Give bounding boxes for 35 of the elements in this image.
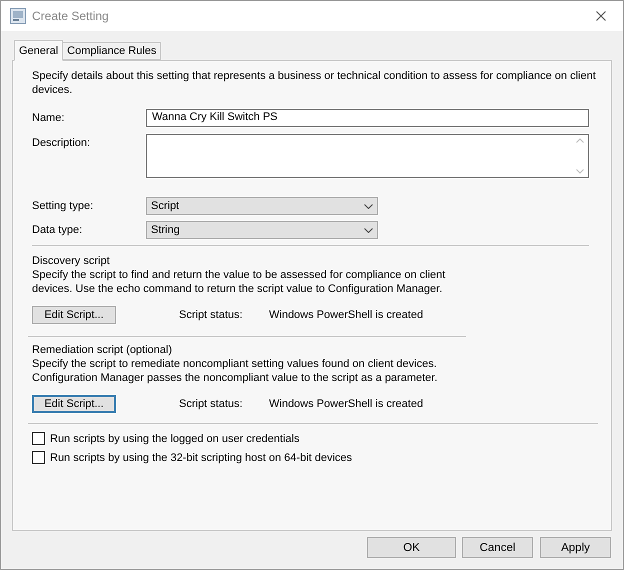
dialog-button[interactable]: OK [367, 537, 456, 558]
edit-script-button[interactable]: Edit Script... [32, 306, 116, 324]
scroll-down-icon [576, 169, 584, 174]
tab[interactable]: General [14, 40, 64, 61]
name-field[interactable]: Wanna Cry Kill Switch PS [146, 109, 589, 127]
status-value: Windows PowerShell is created [269, 309, 424, 321]
dropdown[interactable]: String [146, 221, 378, 239]
checkbox-label: Run scripts by using the logged on user credentials [50, 432, 300, 444]
field-label: Setting type: [32, 199, 94, 212]
chevron-down-icon [364, 204, 373, 208]
section-description: Specify the script to remediate noncompliant setting values found on client devices. Configuration Manager passes the noncompliant value to the script as a parameter. [32, 357, 438, 385]
close-icon [596, 11, 606, 21]
section-title: Remediation script (optional) [32, 343, 174, 357]
section-description: Specify the script to find and return the value to be assessed for compliance on client devices. Use the echo command to return the script value to Configuration Manager. [32, 268, 446, 296]
section-title: Discovery script [32, 254, 111, 268]
window-title: Create Setting [32, 9, 110, 23]
field-label: Name: [32, 111, 66, 124]
field-label: Data type: [32, 223, 84, 236]
tab[interactable]: Compliance Rules [63, 42, 162, 60]
chevron-down-icon [364, 228, 373, 232]
intro-text: Specify details about this setting that represents a business or technical condition to assess for compliance on client devices. [32, 69, 597, 97]
status-value: Windows PowerShell is created [269, 398, 424, 410]
field-label: Description: [32, 136, 92, 149]
checkbox[interactable] [32, 451, 45, 464]
dropdown[interactable]: Script [146, 197, 378, 215]
app-icon [10, 8, 26, 24]
dialog-button[interactable]: Cancel [462, 537, 533, 558]
checkbox[interactable] [32, 432, 45, 445]
checkbox-label: Run scripts by using the 32-bit scripting host on 64-bit devices [50, 452, 352, 464]
description-field[interactable] [146, 134, 589, 178]
edit-script-button[interactable]: Edit Script... [32, 395, 116, 413]
dialog-button[interactable]: Apply [540, 537, 611, 558]
status-label: Script status: [179, 398, 244, 410]
scroll-up-icon [576, 138, 584, 143]
status-label: Script status: [179, 309, 244, 321]
